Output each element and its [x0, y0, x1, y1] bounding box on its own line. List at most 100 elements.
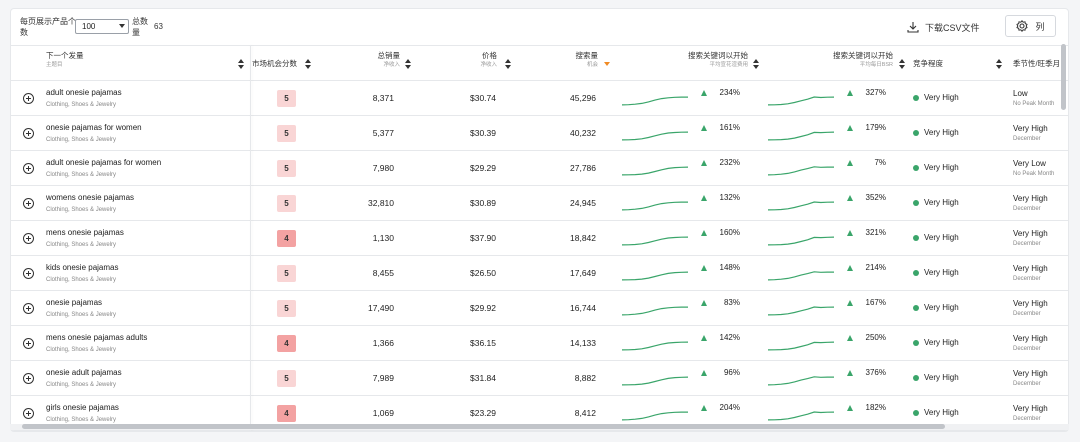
- category-text: Clothing, Shoes & Jewelry: [46, 137, 117, 143]
- total-label: 总数量: [132, 17, 148, 37]
- status-dot-icon: [913, 340, 919, 346]
- sort-trend1-icon[interactable]: [753, 59, 759, 69]
- header-search[interactable]: 搜索量 机会: [551, 51, 599, 70]
- price-value: $29.92: [470, 303, 496, 313]
- keyword-text[interactable]: onesie adult pajamas: [46, 368, 122, 377]
- header-sales[interactable]: 总销量 净收入: [351, 51, 401, 70]
- search-volume-value: 18,842: [570, 233, 596, 243]
- trend1-sparkline-path: [621, 96, 688, 106]
- sort-trend2-icon[interactable]: [899, 59, 905, 69]
- table-row: adult onesie pajamas Clothing, Shoes & Je…: [11, 81, 1068, 116]
- peak-month-value: December: [1013, 136, 1041, 142]
- table-row: onesie pajamas Clothing, Shoes & Jewelry 5…: [11, 291, 1068, 326]
- trend1-percent: 96%: [723, 368, 740, 377]
- expand-row-icon[interactable]: [23, 128, 34, 139]
- status-dot-icon: [913, 200, 919, 206]
- sales-value: 7,980: [372, 163, 394, 173]
- header-keyword-sub: 主题目: [46, 62, 63, 68]
- category-text: Clothing, Shoes & Jewelry: [46, 312, 117, 318]
- header-competition[interactable]: 竞争程度: [913, 59, 943, 69]
- keyword-text[interactable]: kids onesie pajamas: [46, 263, 118, 272]
- table-row: mens onesie pajamas adults Clothing, Shoe…: [11, 326, 1068, 361]
- expand-row-icon[interactable]: [23, 408, 34, 419]
- download-csv-button[interactable]: 下载CSV文件: [907, 17, 980, 37]
- table-row: womens onesie pajamas Clothing, Shoes & J…: [11, 186, 1068, 221]
- per-page-value: 100: [82, 22, 96, 31]
- header-price-label: 价格: [482, 51, 497, 60]
- per-page-select[interactable]: 100: [75, 19, 129, 34]
- sales-value: 1,069: [372, 408, 394, 418]
- expand-row-icon[interactable]: [23, 303, 34, 314]
- sort-opportunity-icon[interactable]: [305, 59, 311, 69]
- competition-value: Very High: [924, 408, 959, 417]
- header-trend2[interactable]: 搜索关键词以开始 平均每日BSR: [811, 51, 893, 70]
- trend1-percent: 148%: [719, 263, 740, 272]
- category-text: Clothing, Shoes & Jewelry: [46, 242, 117, 248]
- trend2-sparkline: [767, 411, 835, 421]
- keyword-text[interactable]: girls onesie pajamas: [46, 403, 119, 412]
- keyword-text[interactable]: adult onesie pajamas: [46, 88, 122, 97]
- expand-row-icon[interactable]: [23, 338, 34, 349]
- chevron-down-icon: [119, 24, 125, 28]
- expand-row-icon[interactable]: [23, 233, 34, 244]
- trend2-sparkline: [767, 271, 834, 281]
- trend2-sparkline: [767, 376, 834, 386]
- keyword-text[interactable]: mens onesie pajamas: [46, 228, 124, 237]
- trend1-percent: 142%: [719, 333, 740, 342]
- seasonality-value: Very High: [1013, 229, 1048, 238]
- expand-row-icon[interactable]: [23, 198, 34, 209]
- table-row: mens onesie pajamas Clothing, Shoes & Jew…: [11, 221, 1068, 256]
- sort-keyword-icon[interactable]: [238, 59, 244, 69]
- sort-price-icon[interactable]: [505, 59, 511, 69]
- peak-month-value: December: [1013, 206, 1041, 212]
- toolbar: 每页展示产品个数 100 总数量 63 下载CSV文件 列: [11, 9, 1068, 45]
- keyword-text[interactable]: onesie pajamas for women: [46, 123, 142, 132]
- trend2-sparkline-path: [767, 306, 835, 316]
- opportunity-score-badge: 4: [277, 335, 296, 352]
- sort-sales-icon[interactable]: [405, 59, 411, 69]
- header-price[interactable]: 价格 净收入: [451, 51, 497, 70]
- trend2-percent: 376%: [865, 368, 886, 377]
- status-dot-icon: [913, 130, 919, 136]
- seasonality-value: Low: [1013, 89, 1028, 98]
- keyword-text[interactable]: onesie pajamas: [46, 298, 102, 307]
- price-value: $30.74: [470, 93, 496, 103]
- table-row: adult onesie pajamas for women Clothing, …: [11, 151, 1068, 186]
- expand-row-icon[interactable]: [23, 163, 34, 174]
- header-keyword[interactable]: 下一个发量 主题目: [46, 51, 84, 70]
- columns-button[interactable]: 列: [1005, 15, 1056, 37]
- download-csv-label: 下载CSV文件: [925, 22, 980, 33]
- trend2-percent: 214%: [865, 263, 886, 272]
- vertical-scrollbar[interactable]: [1061, 44, 1066, 110]
- trend2-sparkline: [767, 341, 835, 351]
- seasonality-value: Very High: [1013, 369, 1048, 378]
- expand-row-icon[interactable]: [23, 93, 34, 104]
- trend2-sparkline: [767, 201, 835, 211]
- trend1-sparkline: [621, 96, 688, 106]
- opportunity-score-badge: 5: [277, 370, 296, 387]
- horizontal-scrollbar[interactable]: [22, 424, 945, 429]
- trend2-sparkline-path: [767, 96, 835, 106]
- competition-value: Very High: [924, 303, 959, 312]
- table-header: 下一个发量 主题目 市场机会分数 总销量 净收入 价格 净收入 搜索量 机会 搜…: [11, 45, 1068, 81]
- keyword-text[interactable]: womens onesie pajamas: [46, 193, 134, 202]
- sales-value: 5,377: [372, 128, 394, 138]
- header-trend1[interactable]: 搜索关键词以开始 平均宣花渲费用: [666, 51, 748, 70]
- search-volume-value: 8,412: [574, 408, 596, 418]
- status-dot-icon: [913, 410, 919, 416]
- trend1-percent: 161%: [719, 123, 740, 132]
- trend1-sparkline-path: [621, 201, 688, 211]
- expand-row-icon[interactable]: [23, 268, 34, 279]
- header-season[interactable]: 季节性/旺季月: [1013, 59, 1060, 69]
- trend2-percent: 182%: [865, 403, 886, 412]
- sort-competition-icon[interactable]: [996, 59, 1002, 69]
- header-opportunity[interactable]: 市场机会分数: [252, 59, 297, 69]
- seasonality-value: Very High: [1013, 404, 1048, 413]
- keyword-table-card: 每页展示产品个数 100 总数量 63 下载CSV文件 列 下一个发量 主题目 …: [10, 8, 1069, 432]
- sort-search-active-icon[interactable]: [604, 62, 610, 66]
- keyword-text[interactable]: mens onesie pajamas adults: [46, 333, 147, 342]
- trend2-sparkline: [767, 96, 835, 106]
- peak-month-value: December: [1013, 311, 1041, 317]
- keyword-text[interactable]: adult onesie pajamas for women: [46, 158, 161, 167]
- expand-row-icon[interactable]: [23, 373, 34, 384]
